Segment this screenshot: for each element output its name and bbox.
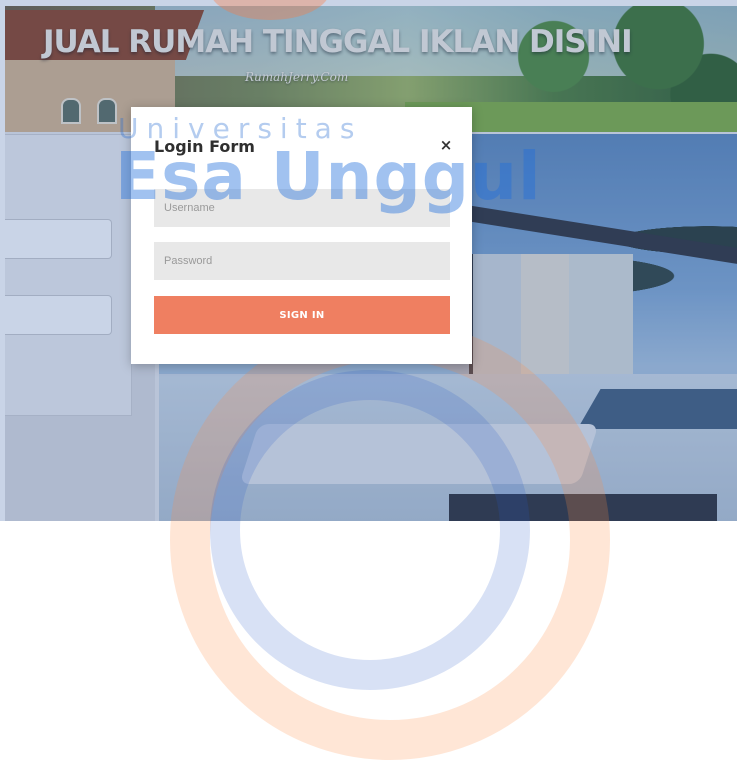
password-input[interactable] — [154, 242, 450, 280]
watermark-logo-ring-inner — [210, 370, 530, 690]
watermark-text-big: Esa Unggul — [115, 138, 542, 215]
sign-in-button[interactable]: SIGN IN — [154, 296, 450, 334]
